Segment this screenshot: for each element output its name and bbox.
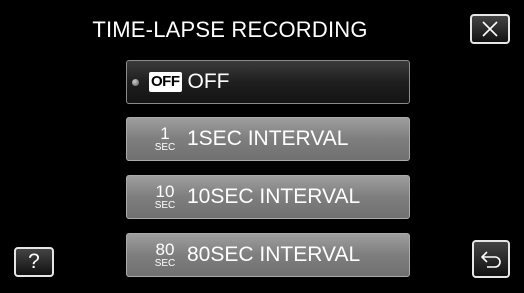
close-icon [482, 21, 498, 37]
page-title: TIME-LAPSE RECORDING [92, 17, 368, 42]
option-10sec-interval[interactable]: 10 SEC 10SEC INTERVAL [126, 175, 410, 219]
interval-icon: 80 SEC [149, 241, 181, 269]
option-label: 1SEC INTERVAL [187, 127, 349, 150]
off-badge: OFF [149, 72, 182, 92]
help-button[interactable]: ? [14, 247, 54, 277]
interval-icon: 10 SEC [149, 183, 181, 211]
interval-unit: SEC [154, 258, 176, 269]
option-80sec-interval[interactable]: 80 SEC 80SEC INTERVAL [126, 233, 410, 277]
return-arrow-icon [481, 251, 501, 268]
back-button[interactable] [472, 240, 510, 278]
option-1sec-interval[interactable]: 1 SEC 1SEC INTERVAL [126, 117, 410, 161]
close-button[interactable] [470, 14, 510, 44]
option-label: 10SEC INTERVAL [187, 185, 361, 208]
option-label: OFF [187, 70, 230, 93]
interval-number: 10 [155, 182, 175, 201]
interval-unit: SEC [154, 142, 176, 153]
interval-unit: SEC [154, 200, 176, 211]
interval-number: 80 [155, 240, 175, 259]
selected-dot-icon [132, 79, 139, 86]
option-off[interactable]: OFF OFF [126, 60, 410, 104]
interval-icon: 1 SEC [149, 125, 181, 153]
option-label: 80SEC INTERVAL [187, 243, 361, 266]
interval-number: 1 [160, 124, 170, 143]
